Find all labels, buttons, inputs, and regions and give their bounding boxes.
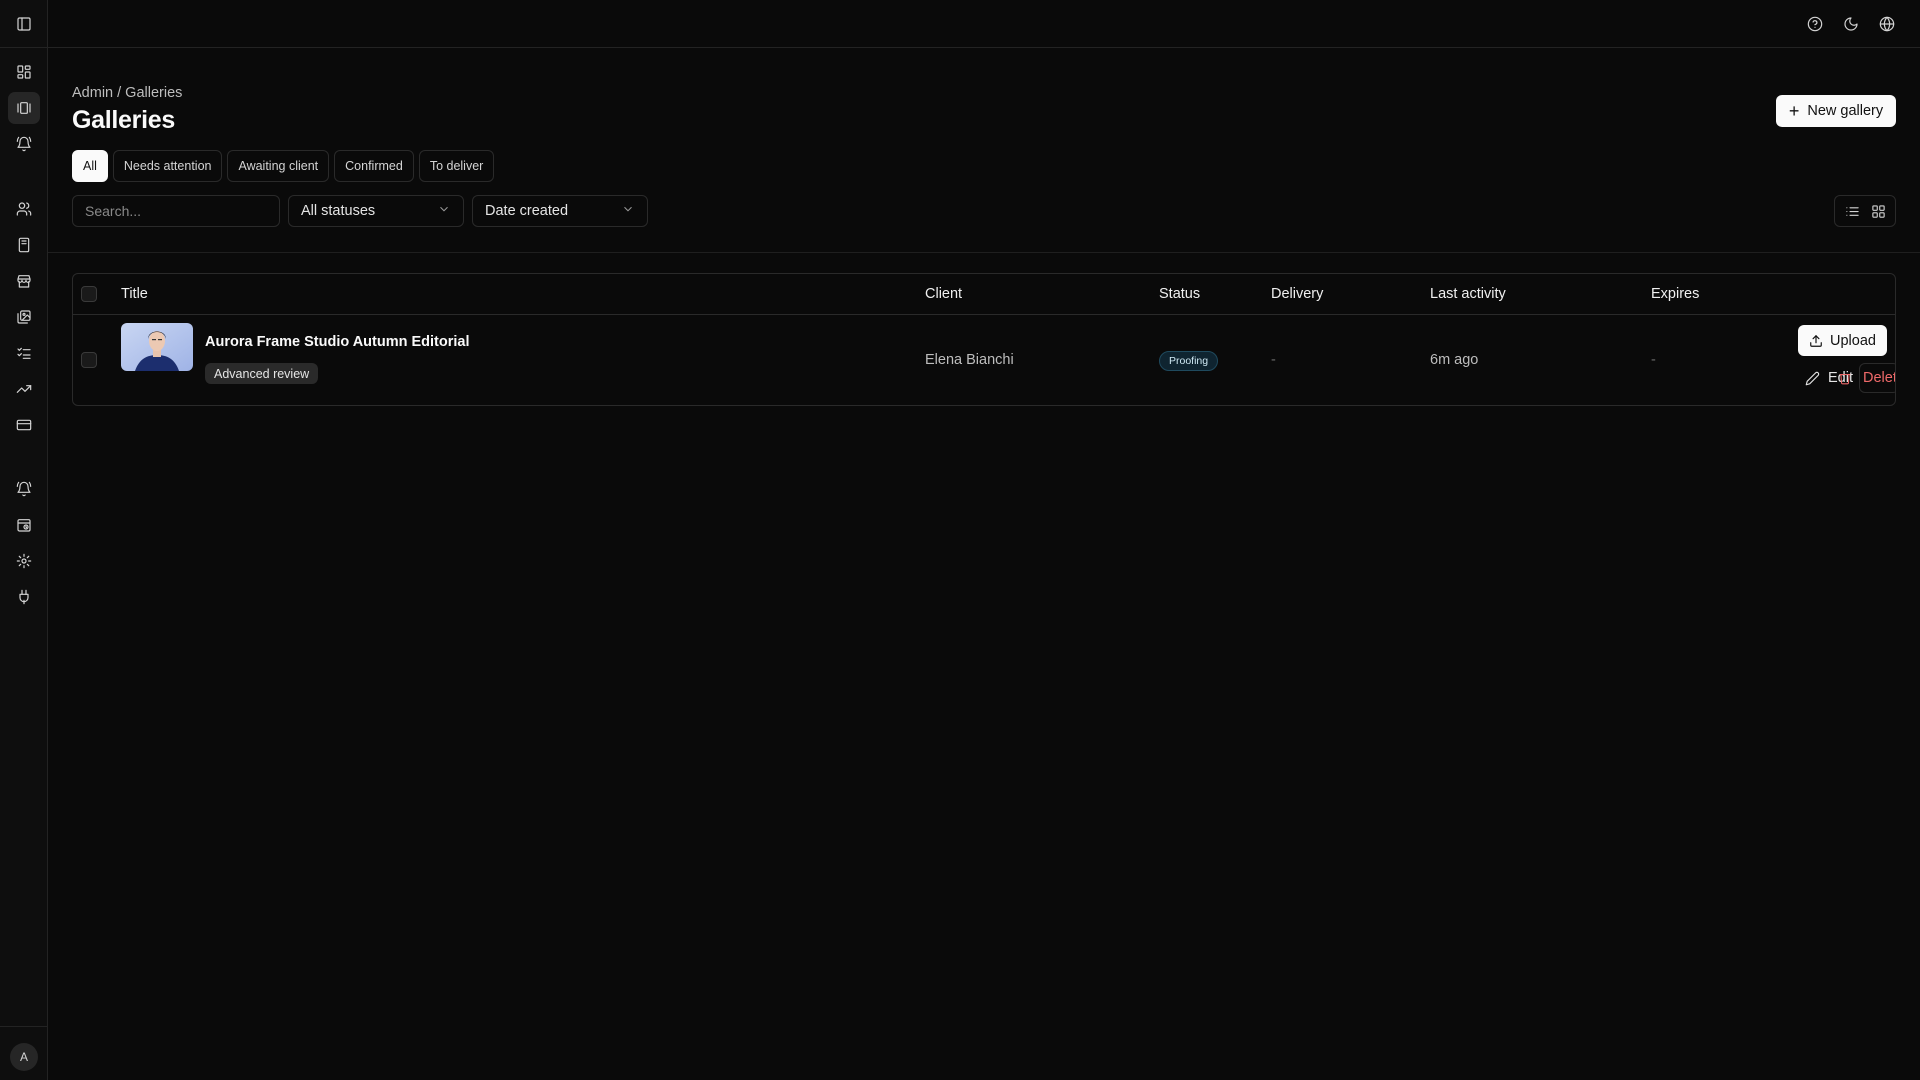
sidebar-item-galleries[interactable] <box>8 92 40 124</box>
delivery-value: - <box>1271 352 1276 368</box>
sidebar-item-dashboard[interactable] <box>8 56 40 88</box>
status-select-value: All statuses <box>301 203 376 219</box>
delete-label: Delete <box>1863 370 1895 386</box>
breadcrumb: Admin / Galleries <box>72 85 183 101</box>
bell-ring-icon <box>16 136 32 152</box>
sidebar-item-schedule[interactable] <box>8 509 40 541</box>
sidebar-item-tasks[interactable] <box>8 337 40 369</box>
gear-icon <box>16 553 32 569</box>
sidebar-item-store[interactable] <box>8 265 40 297</box>
expires-value: - <box>1651 352 1656 368</box>
upload-icon <box>1810 334 1822 347</box>
divider <box>48 252 1920 253</box>
client-name: Elena Bianchi <box>925 352 1014 368</box>
book-icon <box>18 237 30 253</box>
sidebar-item-media[interactable] <box>8 301 40 333</box>
bell-ring-icon <box>16 481 32 497</box>
column-client[interactable]: Client <box>925 286 962 302</box>
gallery-thumbnail[interactable] <box>121 323 193 371</box>
upload-button[interactable]: Upload <box>1798 325 1887 356</box>
chevron-down-icon <box>437 202 451 220</box>
sidebar-item-billing[interactable] <box>8 409 40 441</box>
trash-icon <box>1839 373 1851 385</box>
help-icon[interactable] <box>1803 12 1827 36</box>
top-bar <box>48 0 1920 48</box>
search-input[interactable] <box>72 195 280 227</box>
sort-select[interactable]: Date created <box>472 195 648 227</box>
plus-icon: + <box>1788 101 1800 121</box>
list-checks-icon <box>17 347 31 359</box>
avatar[interactable]: A <box>10 1043 38 1071</box>
select-all-checkbox[interactable] <box>81 286 97 302</box>
sidebar: A <box>0 0 48 1080</box>
view-toggle <box>1834 195 1896 227</box>
tab-confirmed[interactable]: Confirmed <box>334 150 414 182</box>
tab-all[interactable]: All <box>72 150 108 182</box>
sidebar-item-documents[interactable] <box>8 229 40 261</box>
globe-icon[interactable] <box>1875 12 1899 36</box>
status-badge: Proofing <box>1159 351 1219 371</box>
chevron-down-icon <box>621 202 635 220</box>
column-last-activity[interactable]: Last activity <box>1430 286 1506 302</box>
new-gallery-button[interactable]: + New gallery <box>1776 95 1896 127</box>
sidebar-divider <box>0 47 48 48</box>
gallery-title[interactable]: Aurora Frame Studio Autumn Editorial <box>205 334 470 350</box>
pencil-icon <box>1805 371 1820 385</box>
sidebar-item-clients[interactable] <box>8 193 40 225</box>
sidebar-divider <box>0 1026 48 1027</box>
credit-card-icon <box>16 419 32 431</box>
users-icon <box>16 202 32 216</box>
dashboard-icon <box>17 65 31 79</box>
gallery-tag-badge: Advanced review <box>205 363 319 384</box>
sidebar-toggle-icon[interactable] <box>14 14 34 34</box>
sidebar-item-integrations[interactable] <box>8 581 40 613</box>
calendar-clock-icon <box>17 519 31 532</box>
last-activity-value: 6m ago <box>1430 352 1479 368</box>
delete-button[interactable]: Delete <box>1839 363 1895 393</box>
tab-awaiting-client[interactable]: Awaiting client <box>227 150 330 182</box>
sidebar-item-analytics[interactable] <box>8 373 40 405</box>
store-icon <box>17 275 31 288</box>
status-select[interactable]: All statuses <box>288 195 464 227</box>
plug-icon <box>19 589 29 605</box>
sort-select-value: Date created <box>485 203 569 219</box>
tab-needs-attention[interactable]: Needs attention <box>112 150 223 182</box>
images-icon <box>17 310 31 324</box>
column-expires[interactable]: Expires <box>1651 286 1699 302</box>
upload-label: Upload <box>1830 332 1876 349</box>
sidebar-item-settings[interactable] <box>8 545 40 577</box>
column-title[interactable]: Title <box>121 286 148 302</box>
row-checkbox[interactable] <box>81 352 97 368</box>
table-row[interactable]: Aurora Frame Studio Autumn Editorial Adv… <box>73 315 1895 405</box>
moon-icon[interactable] <box>1839 12 1863 36</box>
tab-to-deliver[interactable]: To deliver <box>418 150 495 182</box>
table-header: Title Client Status Delivery Last activi… <box>73 274 1895 315</box>
galleries-icon <box>17 102 31 114</box>
filter-tabs: All Needs attention Awaiting client Conf… <box>72 150 495 182</box>
column-delivery[interactable]: Delivery <box>1271 286 1323 302</box>
new-gallery-label: New gallery <box>1807 103 1884 119</box>
sidebar-item-alerts[interactable] <box>8 128 40 160</box>
grid-view-icon[interactable] <box>1866 199 1890 223</box>
trending-up-icon <box>16 385 32 393</box>
page-title: Galleries <box>72 106 175 134</box>
list-view-icon[interactable] <box>1840 199 1864 223</box>
column-status[interactable]: Status <box>1159 286 1200 302</box>
sidebar-item-notifications[interactable] <box>8 473 40 505</box>
galleries-table: Title Client Status Delivery Last activi… <box>72 273 1896 406</box>
